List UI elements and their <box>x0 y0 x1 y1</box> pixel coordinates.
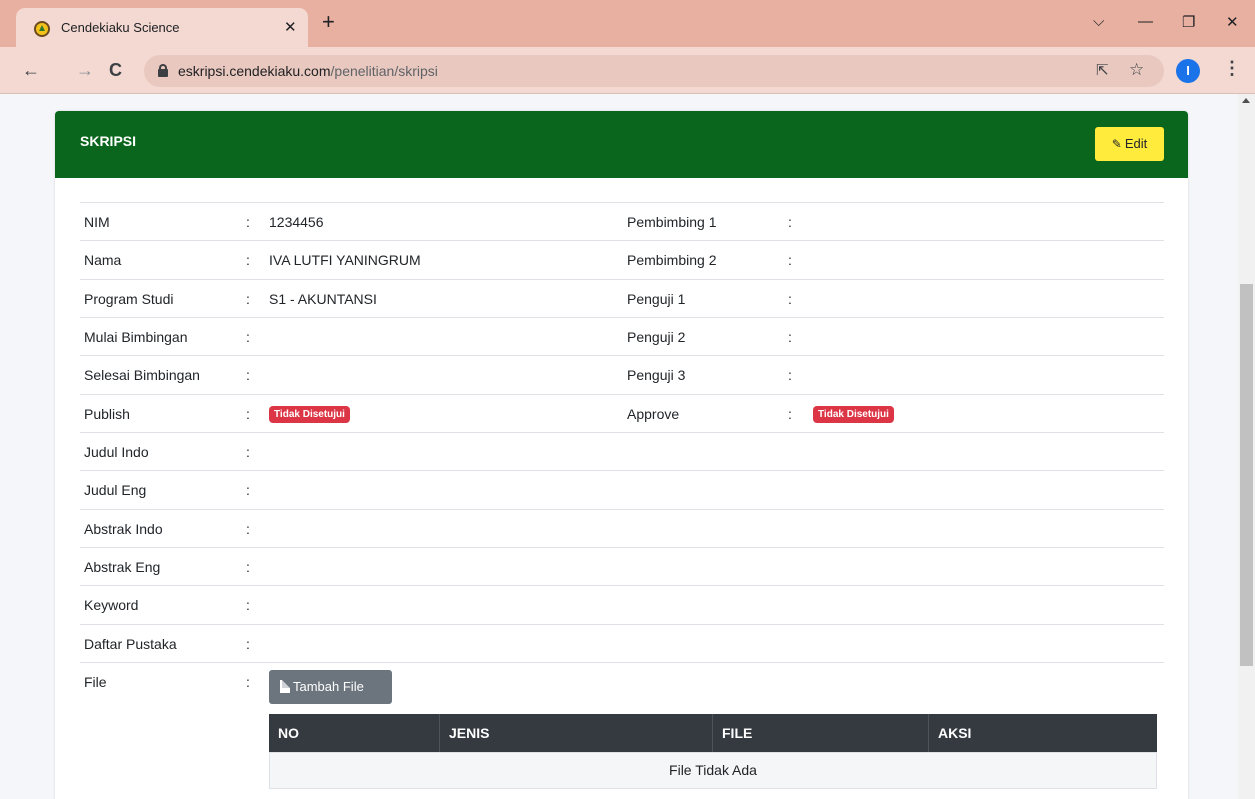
field-separator: : <box>246 597 250 613</box>
field-separator: : <box>788 252 792 268</box>
browser-toolbar: ← → C eskripsi.cendekiaku.com/penelitian… <box>0 47 1255 94</box>
reload-icon[interactable]: C <box>109 60 122 81</box>
scroll-up-icon[interactable] <box>1242 98 1250 103</box>
field-label-penguji-2: Penguji 2 <box>627 329 686 345</box>
field-separator: : <box>246 559 250 575</box>
field-separator: : <box>246 252 250 268</box>
file-table-empty-row: File Tidak Ada <box>269 752 1157 789</box>
tambah-file-button[interactable]: Tambah File <box>269 670 392 704</box>
tab-close-icon[interactable]: ✕ <box>284 18 297 36</box>
restore-icon[interactable]: ❐ <box>1182 13 1195 31</box>
detail-row-keyword: Keyword: <box>80 585 1164 623</box>
field-label: Abstrak Indo <box>84 521 163 537</box>
field-label-pembimbing-2: Pembimbing 2 <box>627 252 717 268</box>
field-value: 1234456 <box>269 214 324 230</box>
field-label: Program Studi <box>84 291 174 307</box>
field-label-penguji-3: Penguji 3 <box>627 367 686 383</box>
field-separator: : <box>246 367 250 383</box>
field-value: S1 - AKUNTANSI <box>269 291 377 307</box>
field-value: Tidak Disetujui <box>813 404 894 423</box>
address-bar[interactable]: eskripsi.cendekiaku.com/penelitian/skrip… <box>144 55 1164 87</box>
field-separator: : <box>246 214 250 230</box>
status-badge: Tidak Disetujui <box>813 406 894 423</box>
field-separator: : <box>246 291 250 307</box>
field-separator: : <box>788 367 792 383</box>
window-close-icon[interactable]: ✕ <box>1226 13 1239 31</box>
field-value: IVA LUTFI YANINGRUM <box>269 252 421 268</box>
field-label: Publish <box>84 406 130 422</box>
field-label: Judul Indo <box>84 444 149 460</box>
detail-row-selesai-bimbingan: Selesai Bimbingan: Penguji 3: <box>80 355 1164 393</box>
page-scrollbar[interactable] <box>1238 94 1255 799</box>
scrollbar-thumb[interactable] <box>1240 284 1253 666</box>
field-label: Selesai Bimbingan <box>84 367 200 383</box>
field-label: Abstrak Eng <box>84 559 161 575</box>
column-aksi: AKSI <box>938 725 972 741</box>
file-icon <box>280 680 290 693</box>
field-separator: : <box>788 406 792 422</box>
field-label: Keyword <box>84 597 139 613</box>
field-separator: : <box>246 636 250 652</box>
card-title: SKRIPSI <box>80 133 137 149</box>
detail-row-publish: Publish: Tidak Disetujui Approve: Tidak Dis… <box>80 394 1164 432</box>
field-separator: : <box>788 214 792 230</box>
column-no: NO <box>269 714 440 752</box>
back-arrow-icon[interactable]: ← <box>22 60 40 81</box>
edit-button[interactable]: ✎ Edit <box>1095 127 1164 161</box>
detail-row-abstrak-indo: Abstrak Indo: <box>80 509 1164 547</box>
browser-menu-icon[interactable]: ⋮ <box>1223 58 1241 79</box>
field-separator: : <box>788 329 792 345</box>
browser-tab-bar: Cendekiaku Science ✕ + ⌵ — ❐ ✕ <box>0 0 1255 47</box>
detail-row-abstrak-eng: Abstrak Eng: <box>80 547 1164 585</box>
field-label: File <box>84 674 107 690</box>
detail-row-nim: NIM: 1234456 Pembimbing 1: <box>80 202 1164 240</box>
profile-avatar[interactable]: I <box>1176 59 1200 83</box>
field-separator: : <box>246 406 250 422</box>
site-favicon-icon <box>34 21 50 37</box>
detail-row-nama: Nama: IVA LUTFI YANINGRUM Pembimbing 2: <box>80 240 1164 278</box>
field-label: Daftar Pustaka <box>84 636 177 652</box>
tab-title: Cendekiaku Science <box>61 20 180 35</box>
share-icon[interactable]: ⇱ <box>1096 61 1109 79</box>
field-label-penguji-1: Penguji 1 <box>627 291 686 307</box>
url-text: eskripsi.cendekiaku.com/penelitian/skrip… <box>178 63 438 79</box>
tab-search-icon[interactable]: ⌵ <box>1093 13 1104 30</box>
detail-row-mulai-bimbingan: Mulai Bimbingan: Penguji 2: <box>80 317 1164 355</box>
field-value: Tidak Disetujui <box>269 404 350 423</box>
skripsi-card: SKRIPSI ✎ Edit NIM:1234456 Pembimbing 1: Na… <box>55 111 1188 799</box>
column-file: FILE <box>713 714 929 752</box>
field-label-pembimbing-1: Pembimbing 1 <box>627 214 717 230</box>
field-label: NIM <box>84 214 110 230</box>
field-separator: : <box>246 329 250 345</box>
detail-row-judul-eng: Judul Eng: <box>80 470 1164 508</box>
forward-arrow-icon[interactable]: → <box>76 60 94 81</box>
new-tab-button[interactable]: + <box>322 11 335 33</box>
field-label: Nama <box>84 252 122 268</box>
field-separator: : <box>246 521 250 537</box>
edit-icon: ✎ <box>1111 137 1122 151</box>
field-separator: : <box>246 482 250 498</box>
field-label: Mulai Bimbingan <box>84 329 188 345</box>
field-separator: : <box>246 444 250 460</box>
bookmark-star-icon[interactable]: ☆ <box>1129 60 1144 80</box>
file-table-header: NO JENIS FILE AKSI <box>269 714 1157 752</box>
minimize-icon[interactable]: — <box>1138 13 1153 30</box>
field-label-approve: Approve <box>627 406 680 422</box>
detail-row-judul-indo: Judul Indo: <box>80 432 1164 470</box>
detail-row-program-studi: Program Studi: S1 - AKUNTANSI Penguji 1: <box>80 279 1164 317</box>
card-header: SKRIPSI ✎ Edit <box>55 111 1188 178</box>
lock-icon[interactable] <box>158 64 168 77</box>
field-separator: : <box>246 674 250 690</box>
field-separator: : <box>788 291 792 307</box>
browser-tab[interactable]: Cendekiaku Science ✕ <box>16 8 308 47</box>
column-jenis: JENIS <box>440 714 713 752</box>
status-badge: Tidak Disetujui <box>269 406 350 423</box>
field-label: Judul Eng <box>84 482 147 498</box>
detail-row-daftar-pustaka: Daftar Pustaka: <box>80 624 1164 662</box>
detail-row-file: File: Tambah File <box>80 662 1164 704</box>
